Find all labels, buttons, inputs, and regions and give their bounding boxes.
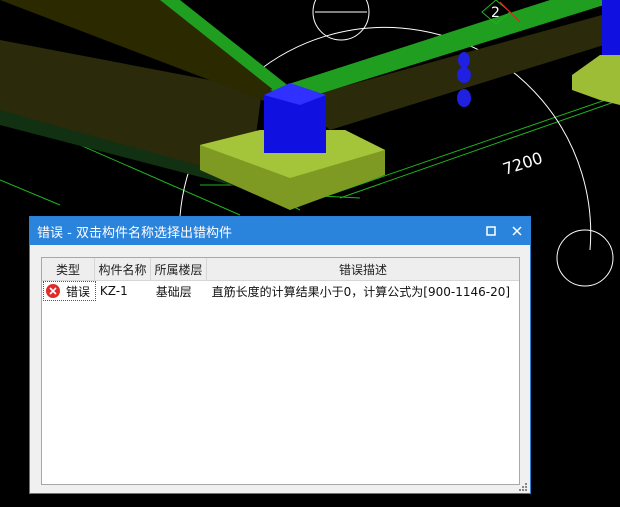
table-row[interactable]: 错误 KZ-1 基础层 直筋长度的计算结果小于0，计算公式为[900-1146-… bbox=[42, 281, 519, 301]
error-description-cell: 直筋长度的计算结果小于0，计算公式为[900-1146-20] bbox=[211, 284, 511, 299]
dialog-titlebar[interactable]: 错误 - 双击构件名称选择出错构件 bbox=[30, 217, 530, 245]
close-icon[interactable] bbox=[504, 217, 530, 245]
column-header-description[interactable]: 错误描述 bbox=[207, 258, 519, 280]
error-icon bbox=[46, 284, 60, 298]
dialog-title: 错误 - 双击构件名称选择出错构件 bbox=[37, 225, 232, 241]
column-header-type[interactable]: 类型 bbox=[42, 258, 95, 280]
column-header-floor[interactable]: 所属楼层 bbox=[151, 258, 207, 280]
column-header-name[interactable]: 构件名称 bbox=[95, 258, 151, 280]
component-name-cell[interactable]: KZ-1 bbox=[96, 281, 152, 301]
axis-label: 2 bbox=[491, 5, 500, 21]
dimension-label: 7200 bbox=[500, 148, 545, 179]
resize-grip-icon[interactable] bbox=[518, 482, 528, 492]
error-dialog: 错误 - 双击构件名称选择出错构件 类型 构件名称 所属楼层 错误描述 错误 K… bbox=[29, 216, 531, 494]
error-table[interactable]: 类型 构件名称 所属楼层 错误描述 错误 KZ-1 基础层 直筋长度的计算结果小… bbox=[41, 257, 520, 485]
error-type-label: 错误 bbox=[66, 284, 91, 299]
table-header: 类型 构件名称 所属楼层 错误描述 bbox=[42, 258, 519, 281]
maximize-icon[interactable] bbox=[478, 217, 504, 245]
floor-cell: 基础层 bbox=[155, 284, 192, 299]
error-type-cell[interactable]: 错误 bbox=[43, 281, 96, 301]
